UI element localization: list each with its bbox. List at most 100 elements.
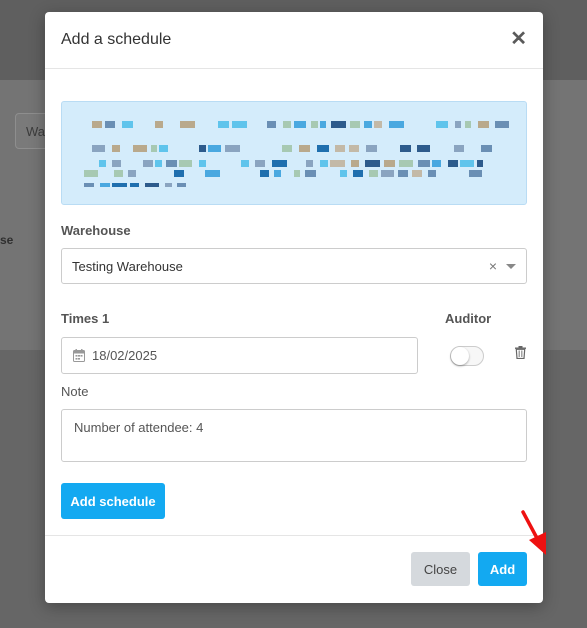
modal-title: Add a schedule [61, 31, 172, 48]
close-icon[interactable]: ✕ [510, 29, 527, 49]
info-alert [61, 101, 527, 205]
redacted-text-pixel [112, 145, 120, 152]
redacted-text-pixel [366, 145, 377, 152]
redacted-text-pixel [199, 145, 206, 152]
redacted-text-pixel [155, 121, 163, 128]
date-value: 18/02/2025 [92, 348, 158, 363]
modal-header: Add a schedule ✕ [45, 12, 543, 69]
redacted-text-pixel [92, 121, 102, 128]
redacted-text-pixel [350, 121, 360, 128]
redacted-text-pixel [232, 121, 247, 128]
redacted-text-pixel [208, 145, 221, 152]
redacted-text-pixel [174, 170, 184, 177]
redacted-text-pixel [205, 170, 220, 177]
warehouse-select-value: Testing Warehouse [72, 259, 183, 274]
redacted-text-pixel [145, 183, 159, 187]
redacted-text-pixel [418, 160, 430, 167]
redacted-text-pixel [320, 160, 328, 167]
redacted-text-pixel [320, 121, 326, 128]
redacted-text-pixel [317, 145, 329, 152]
redacted-text-pixel [335, 145, 345, 152]
redacted-text-pixel [122, 121, 133, 128]
redacted-text-pixel [349, 145, 359, 152]
redacted-text-pixel [465, 121, 471, 128]
redacted-text-pixel [112, 160, 121, 167]
redacted-text-pixel [84, 183, 94, 187]
redacted-text-pixel [218, 121, 229, 128]
redacted-text-pixel [364, 121, 372, 128]
redacted-text-pixel [92, 145, 105, 152]
redacted-text-pixel [311, 121, 318, 128]
redacted-text-pixel [179, 160, 192, 167]
redacted-text-pixel [155, 160, 162, 167]
redacted-text-pixel [282, 145, 292, 152]
redacted-text-pixel [454, 145, 464, 152]
redacted-text-pixel [412, 170, 422, 177]
annotation-arrow-icon [521, 510, 546, 555]
note-textarea[interactable]: Number of attendee: 4 [61, 409, 527, 462]
redacted-text-pixel [353, 170, 363, 177]
redacted-text-pixel [241, 160, 249, 167]
background-column-header: se [0, 233, 14, 247]
chevron-down-icon[interactable] [506, 264, 516, 269]
redacted-text-pixel [398, 170, 408, 177]
redacted-text-pixel [180, 121, 195, 128]
redacted-text-pixel [84, 170, 98, 177]
redacted-text-pixel [432, 160, 441, 167]
redacted-text-pixel [477, 160, 483, 167]
date-input[interactable]: 18/02/2025 [61, 337, 418, 374]
redacted-text-pixel [294, 170, 300, 177]
redacted-text-pixel [455, 121, 461, 128]
clear-icon[interactable]: × [489, 258, 497, 274]
auditor-label: Auditor [445, 311, 492, 326]
redacted-text-pixel [305, 170, 316, 177]
redacted-text-pixel [114, 170, 123, 177]
add-button[interactable]: Add [478, 552, 527, 586]
redacted-text-pixel [133, 145, 147, 152]
note-label: Note [61, 384, 89, 399]
redacted-text-pixel [428, 170, 436, 177]
add-schedule-button[interactable]: Add schedule [61, 483, 165, 519]
redacted-text-pixel [130, 183, 139, 187]
redacted-text-pixel [448, 160, 458, 167]
trash-icon[interactable] [515, 346, 526, 359]
redacted-text-pixel [128, 170, 136, 177]
redacted-text-pixel [400, 145, 411, 152]
redacted-text-pixel [331, 121, 346, 128]
redacted-text-pixel [100, 183, 110, 187]
redacted-text-pixel [469, 170, 482, 177]
auditor-toggle[interactable] [450, 346, 484, 366]
redacted-text-pixel [460, 160, 474, 167]
redacted-text-pixel [481, 145, 492, 152]
toggle-knob [451, 347, 469, 365]
redacted-text-pixel [495, 121, 509, 128]
warehouse-select[interactable]: Testing Warehouse × [61, 248, 527, 284]
redacted-text-pixel [351, 160, 359, 167]
redacted-text-pixel [283, 121, 291, 128]
redacted-text-pixel [143, 160, 153, 167]
redacted-text-pixel [166, 160, 177, 167]
redacted-text-pixel [417, 145, 430, 152]
redacted-text-pixel [177, 183, 186, 187]
redacted-text-pixel [274, 170, 281, 177]
note-value: Number of attendee: 4 [74, 420, 204, 435]
redacted-text-pixel [478, 121, 489, 128]
close-button[interactable]: Close [411, 552, 470, 586]
redacted-text-pixel [340, 170, 347, 177]
add-schedule-modal: Add a schedule ✕ Warehouse Testing Wareh… [45, 12, 546, 603]
redacted-text-pixel [389, 121, 404, 128]
redacted-text-pixel [399, 160, 413, 167]
redacted-text-pixel [105, 121, 115, 128]
calendar-icon [73, 349, 85, 362]
redacted-text-pixel [381, 170, 394, 177]
redacted-text-pixel [165, 183, 172, 187]
redacted-text-pixel [369, 170, 378, 177]
redacted-text-pixel [199, 160, 206, 167]
warehouse-label: Warehouse [61, 223, 131, 238]
redacted-text-pixel [384, 160, 395, 167]
redacted-text-pixel [294, 121, 306, 128]
redacted-text-pixel [306, 160, 313, 167]
redacted-text-pixel [99, 160, 106, 167]
redacted-text-pixel [225, 145, 240, 152]
redacted-text-pixel [330, 160, 345, 167]
